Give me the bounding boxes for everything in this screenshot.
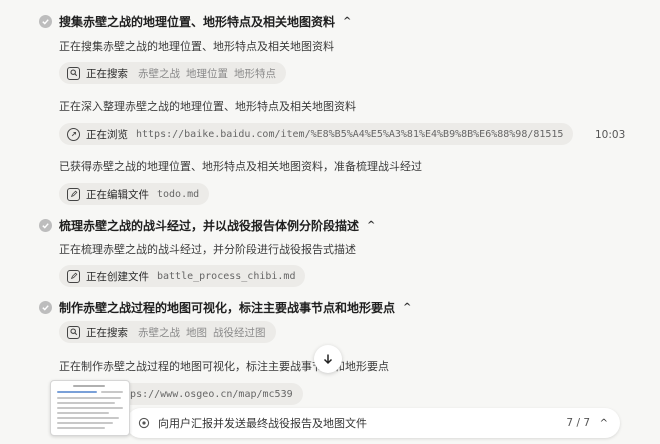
tool-action: 正在搜索: [86, 326, 128, 339]
chevron-up-icon[interactable]: ^: [600, 418, 608, 429]
section-title-text: 搜集赤壁之战的地理位置、地形特点及相关地图资料: [59, 15, 336, 29]
step-description: 已获得赤壁之战的地理位置、地形特点及相关地图资料，准备梳理战斗经过: [59, 160, 422, 173]
status-text: 向用户汇报并发送最终战役报告及地图文件: [158, 417, 367, 430]
progress-count: 7 / 7: [566, 417, 590, 429]
check-icon: [39, 301, 52, 314]
section-title[interactable]: 搜集赤壁之战的地理位置、地形特点及相关地图资料 ^: [59, 13, 351, 30]
search-keyword: 地理位置: [186, 67, 228, 80]
scroll-to-bottom-button[interactable]: [314, 345, 342, 373]
check-icon: [39, 15, 52, 28]
step-description: 正在搜集赤壁之战的地理位置、地形特点及相关地图资料: [59, 40, 334, 53]
tool-action: 正在创建文件: [86, 270, 149, 283]
file-name: todo.md: [157, 188, 200, 200]
tool-action: 正在浏览: [86, 128, 128, 141]
section-title-text: 梳理赤壁之战的战斗经过，并以战役报告体例分阶段描述: [59, 219, 360, 233]
tool-action: 正在编辑文件: [86, 188, 149, 201]
search-keyword: 赤壁之战: [138, 67, 180, 80]
tool-action: 正在搜索: [86, 67, 128, 80]
tool-chip-search[interactable]: 正在搜索 赤壁之战 地理位置 地形特点: [59, 62, 286, 84]
check-icon: [39, 219, 52, 232]
step-description: 正在深入整理赤壁之战的地理位置、地形特点及相关地图资料: [59, 100, 356, 113]
edit-icon: [67, 269, 80, 283]
search-icon: [67, 325, 80, 339]
timestamp: 10:03: [595, 129, 626, 141]
section-title-text: 制作赤壁之战过程的地图可视化，标注主要战事节点和地形要点: [59, 301, 396, 315]
arrow-down-icon: [322, 350, 334, 369]
section-title[interactable]: 梳理赤壁之战的战斗经过，并以战役报告体例分阶段描述 ^: [59, 217, 375, 234]
status-icon: [138, 417, 150, 429]
step-description: 正在梳理赤壁之战的战斗经过，并分阶段进行战役报告式描述: [59, 243, 356, 256]
section-title[interactable]: 制作赤壁之战过程的地图可视化，标注主要战事节点和地形要点 ^: [59, 299, 411, 316]
chevron-up-icon[interactable]: ^: [367, 220, 375, 231]
edit-icon: [67, 187, 80, 201]
tool-chip-edit[interactable]: 正在编辑文件 todo.md: [59, 183, 210, 205]
search-keyword: 地形特点: [234, 67, 276, 80]
search-keyword: 地图: [186, 326, 207, 339]
chevron-up-icon[interactable]: ^: [403, 302, 411, 313]
browse-url: https://www.osgeo.cn/map/mc539: [112, 388, 293, 400]
search-icon: [67, 66, 80, 80]
search-keyword: 赤壁之战: [138, 326, 180, 339]
browse-url: https://baike.baidu.com/item/%E8%B5%A4%E…: [136, 128, 564, 140]
task-status-bar[interactable]: 向用户汇报并发送最终战役报告及地图文件 7 / 7 ^: [126, 408, 620, 438]
search-keyword: 战役经过图: [213, 326, 266, 339]
document-preview-thumbnail[interactable]: [50, 380, 130, 436]
tool-chip-search[interactable]: 正在搜索 赤壁之战 地图 战役经过图: [59, 321, 276, 343]
chevron-up-icon[interactable]: ^: [343, 16, 351, 27]
tool-chip-browse[interactable]: https://www.osgeo.cn/map/mc539: [100, 383, 303, 405]
browser-icon: [67, 127, 80, 141]
tool-chip-create[interactable]: 正在创建文件 battle_process_chibi.md: [59, 265, 306, 287]
file-name: battle_process_chibi.md: [157, 270, 296, 282]
tool-chip-browse[interactable]: 正在浏览 https://baike.baidu.com/item/%E8%B5…: [59, 123, 574, 145]
